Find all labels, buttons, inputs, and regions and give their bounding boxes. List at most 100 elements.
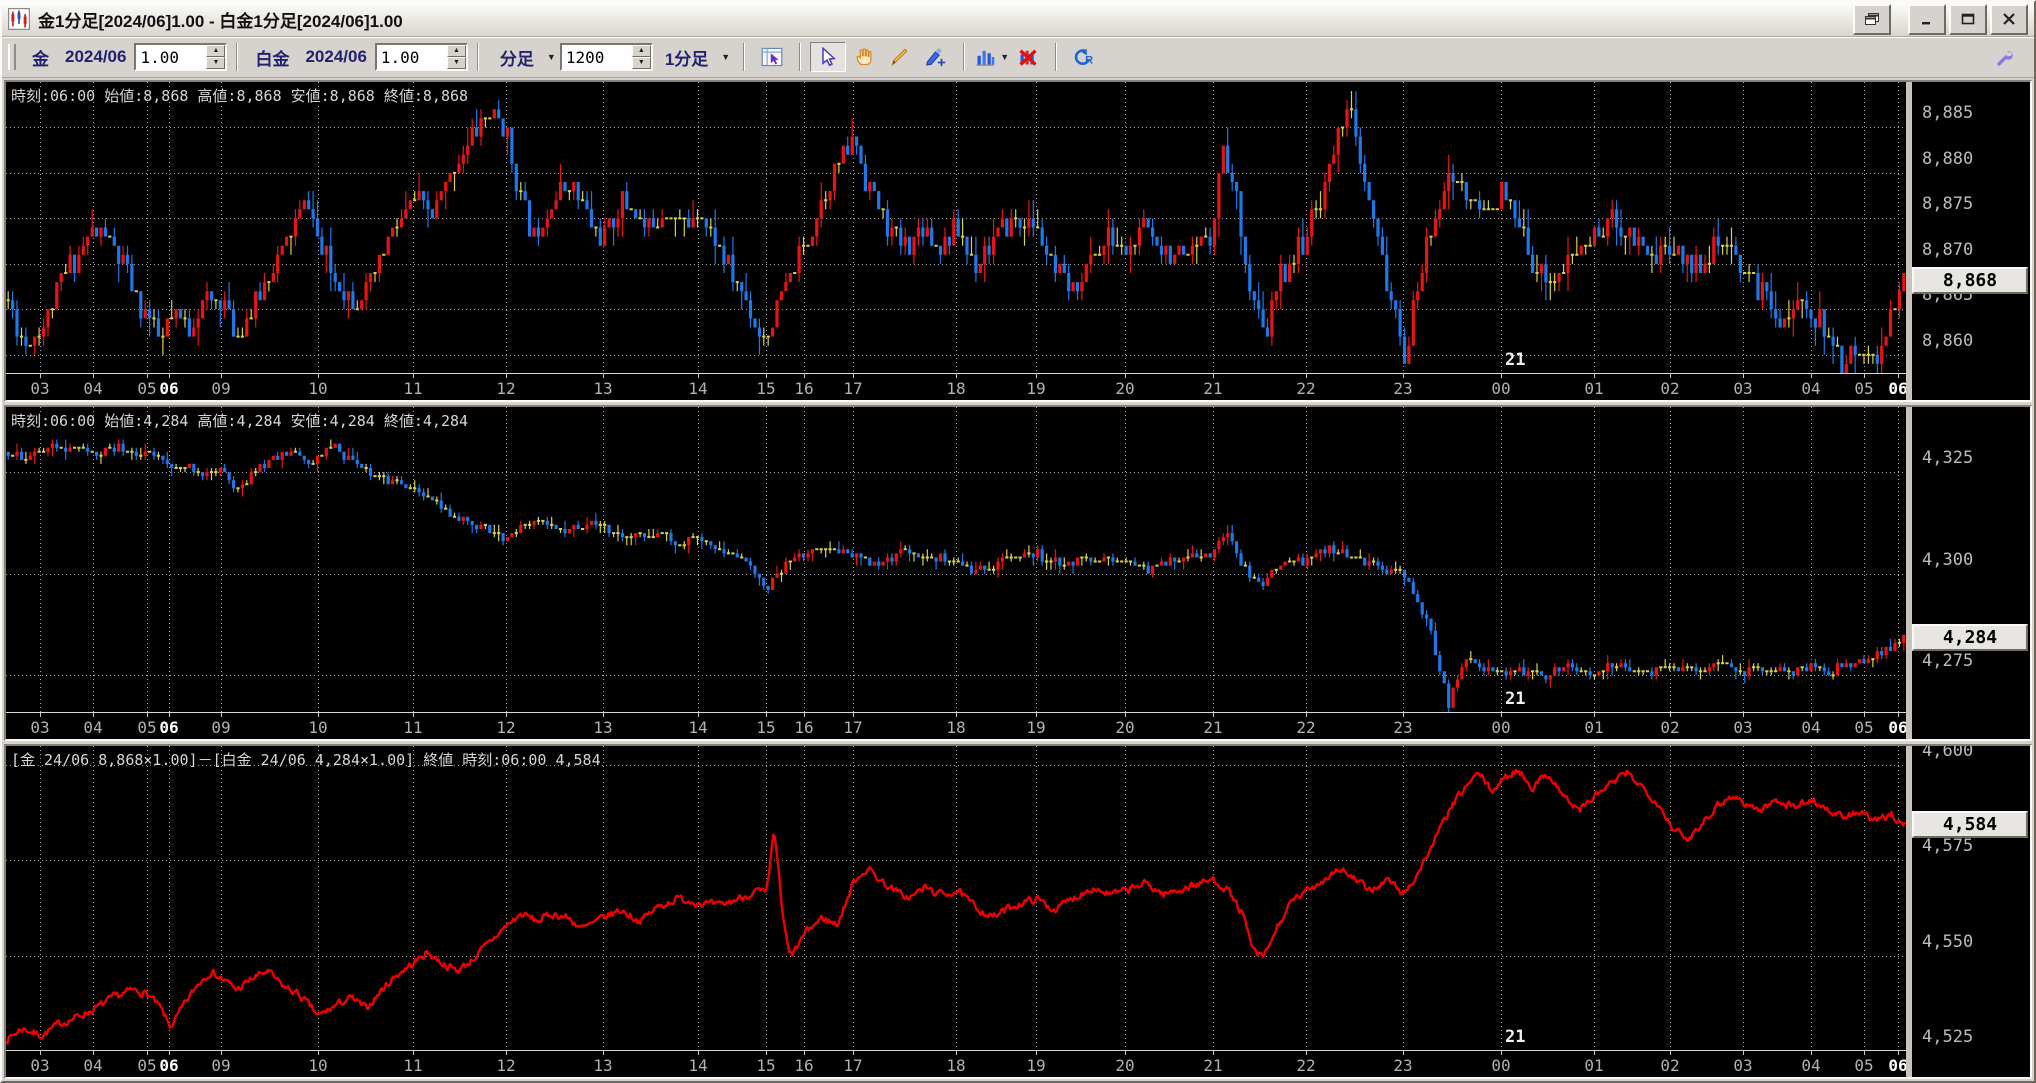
x-tick-label: 19 [1026,379,1045,398]
platinum-symbol-label: 白金 [255,45,289,70]
y-axis-label: 8,880 [1922,149,1973,169]
y-axis-label: 4,600 [1922,746,1973,761]
x-tick-mark [221,374,222,378]
x-tick-label: 03 [1733,718,1752,737]
x-tick-label: 01 [1584,718,1603,737]
platinum-multiplier-up-button[interactable]: ▲ [447,45,466,57]
x-tick-label: 15 [756,1056,775,1075]
bar-chart-dropdown-button[interactable]: ▼ [974,42,1010,72]
x-tick-label: 03 [30,379,49,398]
gold-candlestick-plot[interactable]: 時刻:06:00 始値:8,868 高値:8,868 安値:8,868 終値:8… [6,82,1906,373]
refresh-icon: R [1073,47,1095,67]
x-tick-label: 12 [496,1056,515,1075]
platinum-multiplier-down-button[interactable]: ▼ [447,57,466,69]
x-tick-mark [40,1051,41,1055]
close-button[interactable] [1990,4,2028,35]
spread-line-plot[interactable]: [金 24/06 8,868×1.00]－[白金 24/06 4,284×1.0… [6,746,1906,1051]
gold-multiplier-up-button[interactable]: ▲ [206,45,225,57]
x-tick-label: 15 [756,379,775,398]
interval-dropdown[interactable]: 1分足 ▼ [653,43,734,72]
x-tick-mark [1306,1051,1307,1055]
hand-pan-tool-button[interactable] [846,42,882,72]
x-tick-label: 09 [211,718,230,737]
gold-multiplier-down-button[interactable]: ▼ [206,57,225,69]
x-tick-mark [766,713,767,717]
x-tick-mark [1743,374,1744,378]
refresh-button[interactable]: R [1066,42,1102,72]
x-tick-label: 20 [1115,379,1134,398]
svg-text:R: R [1085,55,1093,67]
chart-select-icon [761,47,783,67]
x-tick-label: 02 [1660,1056,1679,1075]
restore-windows-button[interactable] [1853,4,1891,35]
x-tick-mark [413,713,414,717]
x-tick-mark [169,713,170,717]
platinum-multiplier-input[interactable] [377,45,447,69]
gold-ohlc-info: 時刻:06:00 始値:8,868 高値:8,868 安値:8,868 終値:8… [11,85,468,106]
x-tick-label: 06 [159,718,178,737]
x-tick-label: 13 [593,1056,612,1075]
x-tick-mark [853,374,854,378]
gold-multiplier-input[interactable] [136,45,206,69]
platinum-candlestick-plot[interactable]: 時刻:06:00 始値:4,284 高値:4,284 安値:4,284 終値:4… [6,407,1906,712]
minimize-button[interactable] [1908,4,1946,35]
x-tick-label: 21 [1203,1056,1222,1075]
x-tick-mark [318,374,319,378]
gold-plot-canvas[interactable] [6,82,1906,373]
current-price-box: 4,584 [1912,811,2028,838]
maximize-button[interactable] [1949,4,1987,35]
chart-select-button[interactable] [754,42,790,72]
x-tick-label: 05 [137,1056,156,1075]
bar-count-input[interactable] [562,45,632,69]
settings-wrench-button[interactable] [1988,42,2024,72]
gold-date-marker: 21 [1505,350,1525,370]
x-tick-label: 17 [843,379,862,398]
bar-count-down-button[interactable]: ▼ [632,57,651,69]
x-tick-mark [1125,1051,1126,1055]
platinum-chart-panel: 時刻:06:00 始値:4,284 高値:4,284 安値:4,284 終値:4… [4,405,2032,741]
x-tick-label: 04 [83,379,102,398]
gold-multiplier-spin-buttons: ▲ ▼ [206,45,225,69]
x-tick-label: 16 [794,1056,813,1075]
platinum-plot-canvas[interactable] [6,407,1906,712]
x-tick-label: 16 [794,718,813,737]
delete-chart-button[interactable] [1010,42,1046,72]
x-tick-label: 11 [403,1056,422,1075]
x-tick-label: 16 [794,379,813,398]
x-tick-mark [1125,713,1126,717]
x-tick-label: 06 [159,379,178,398]
window-title: 金1分足[2024/06]1.00 - 白金1分足[2024/06]1.00 [38,7,1850,32]
x-tick-label: 06 [1888,718,1906,737]
x-tick-label: 19 [1026,1056,1045,1075]
x-tick-label: 10 [308,718,327,737]
y-axis-label: 4,300 [1922,550,1973,570]
marker-crosshair-icon [925,47,947,67]
bar-count-up-button[interactable]: ▲ [632,45,651,57]
x-tick-label: 18 [946,1056,965,1075]
x-tick-mark [804,374,805,378]
x-tick-label: 19 [1026,718,1045,737]
x-tick-mark [1036,713,1037,717]
x-tick-label: 21 [1203,718,1222,737]
x-tick-mark [169,374,170,378]
x-tick-label: 21 [1203,379,1222,398]
x-tick-mark [40,713,41,717]
bar-type-dropdown[interactable]: 分足 ▼ [488,43,560,72]
x-tick-label: 02 [1660,379,1679,398]
toolbar-grip[interactable] [8,44,16,70]
pencil-tool-button[interactable] [882,42,918,72]
x-tick-label: 14 [688,718,707,737]
x-tick-mark [1811,1051,1812,1055]
x-tick-label: 00 [1491,1056,1510,1075]
x-tick-mark [1594,374,1595,378]
x-tick-mark [1125,374,1126,378]
marker-crosshair-tool-button[interactable] [918,42,954,72]
x-tick-label: 06 [159,1056,178,1075]
pointer-tool-button[interactable] [810,42,846,72]
x-tick-label: 02 [1660,718,1679,737]
bar-count-spinner: ▲ ▼ [560,43,653,71]
x-tick-label: 14 [688,1056,707,1075]
x-tick-mark [318,1051,319,1055]
x-tick-mark [1898,1051,1899,1055]
spread-plot-canvas[interactable] [6,746,1906,1051]
